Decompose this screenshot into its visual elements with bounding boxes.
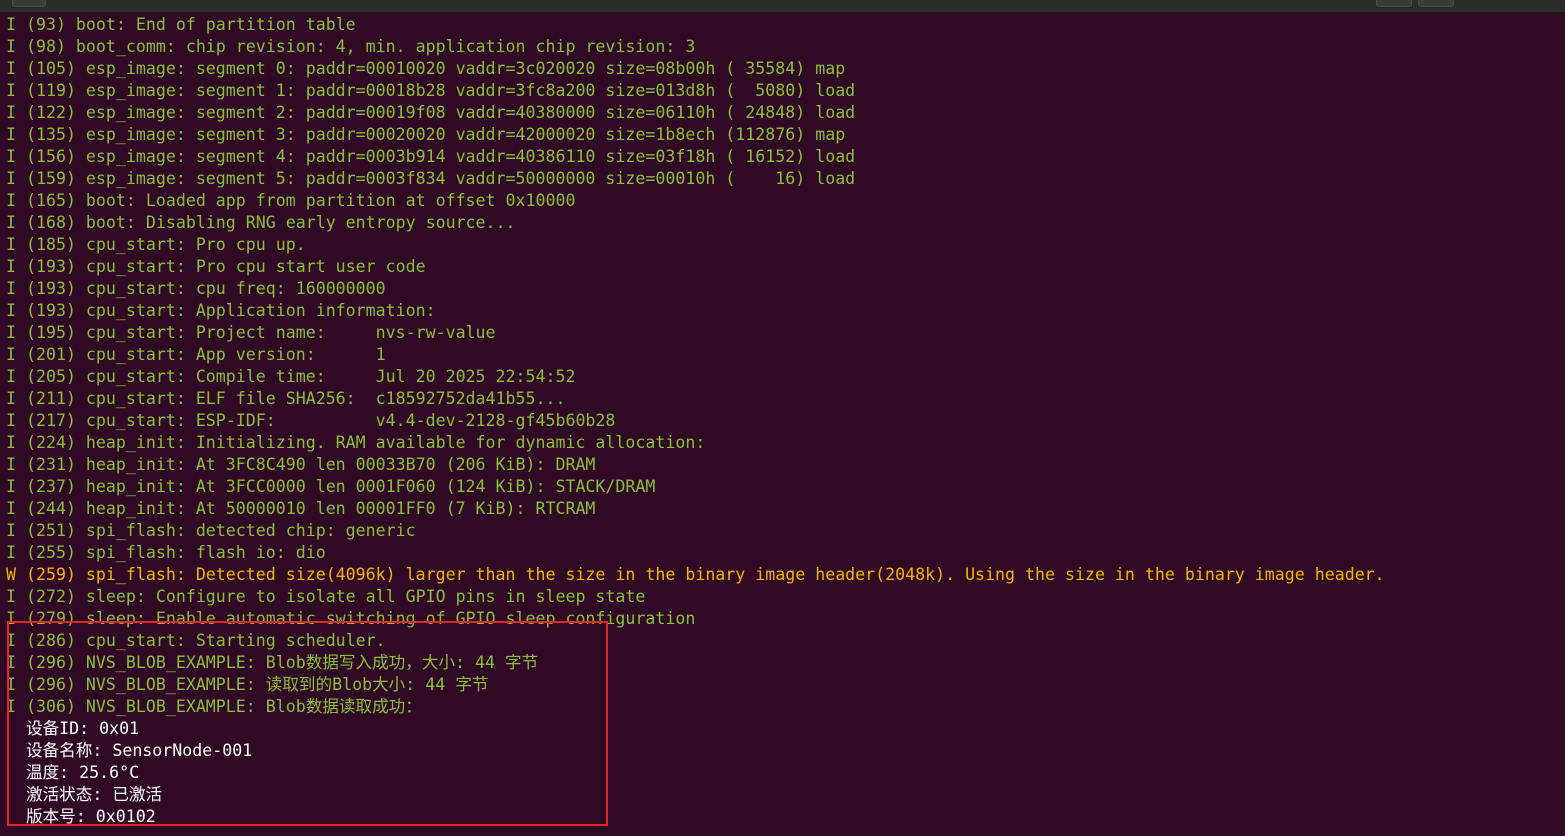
terminal-line: I (195) cpu_start: Project name: nvs-rw-… (6, 323, 496, 342)
terminal-line: I (193) cpu_start: cpu freq: 160000000 (6, 279, 386, 298)
terminal-line: I (296) NVS_BLOB_EXAMPLE: Blob数据写入成功，大小:… (6, 653, 539, 672)
tab-button[interactable] (12, 0, 46, 7)
terminal-line: I (205) cpu_start: Compile time: Jul 20 … (6, 367, 576, 386)
terminal-line: 版本号: 0x0102 (6, 807, 156, 826)
terminal-line: I (105) esp_image: segment 0: paddr=0001… (6, 59, 846, 78)
terminal-line: I (165) boot: Loaded app from partition … (6, 191, 576, 210)
terminal-line: I (168) boot: Disabling RNG early entrop… (6, 213, 516, 232)
terminal-line: I (244) heap_init: At 50000010 len 00001… (6, 499, 596, 518)
terminal-output[interactable]: I (93) boot: End of partition table I (98… (6, 14, 1565, 828)
terminal-window: I (93) boot: End of partition table I (98… (0, 0, 1565, 836)
terminal-line: I (122) esp_image: segment 2: paddr=0001… (6, 103, 856, 122)
terminal-line: I (159) esp_image: segment 5: paddr=0003… (6, 169, 856, 188)
terminal-line: I (156) esp_image: segment 4: paddr=0003… (6, 147, 856, 166)
terminal-line: I (211) cpu_start: ELF file SHA256: c185… (6, 389, 566, 408)
window-title-bar (0, 0, 1565, 13)
terminal-line: I (251) spi_flash: detected chip: generi… (6, 521, 416, 540)
terminal-line: I (185) cpu_start: Pro cpu up. (6, 235, 306, 254)
terminal-line: 设备名称: SensorNode-001 (6, 741, 253, 760)
terminal-line: I (119) esp_image: segment 1: paddr=0001… (6, 81, 856, 100)
terminal-line: I (98) boot_comm: chip revision: 4, min.… (6, 37, 696, 56)
terminal-line: I (193) cpu_start: Pro cpu start user co… (6, 257, 426, 276)
terminal-line: I (93) boot: End of partition table (6, 15, 356, 34)
terminal-line: I (272) sleep: Configure to isolate all … (6, 587, 646, 606)
terminal-line: I (193) cpu_start: Application informati… (6, 301, 436, 320)
terminal-line: I (201) cpu_start: App version: 1 (6, 345, 386, 364)
terminal-line: I (306) NVS_BLOB_EXAMPLE: Blob数据读取成功： (6, 697, 422, 716)
terminal-line: I (296) NVS_BLOB_EXAMPLE: 读取到的Blob大小: 44… (6, 675, 489, 694)
terminal-line: I (135) esp_image: segment 3: paddr=0002… (6, 125, 846, 144)
menu-button[interactable] (1376, 0, 1412, 7)
terminal-line: 激活状态: 已激活 (6, 785, 163, 804)
terminal-line: I (231) heap_init: At 3FC8C490 len 00033… (6, 455, 596, 474)
terminal-line: I (279) sleep: Enable automatic switchin… (6, 609, 696, 628)
terminal-line: W (259) spi_flash: Detected size(4096k) … (6, 565, 1385, 584)
terminal-line: 设备ID: 0x01 (6, 719, 140, 738)
window-control-button[interactable] (1418, 0, 1454, 7)
terminal-line: I (286) cpu_start: Starting scheduler. (6, 631, 386, 650)
terminal-line: 温度: 25.6°C (6, 763, 140, 782)
terminal-line: I (255) spi_flash: flash io: dio (6, 543, 326, 562)
terminal-line: I (224) heap_init: Initializing. RAM ava… (6, 433, 706, 452)
terminal-line: I (217) cpu_start: ESP-IDF: v4.4-dev-212… (6, 411, 616, 430)
terminal-line: I (237) heap_init: At 3FCC0000 len 0001F… (6, 477, 656, 496)
